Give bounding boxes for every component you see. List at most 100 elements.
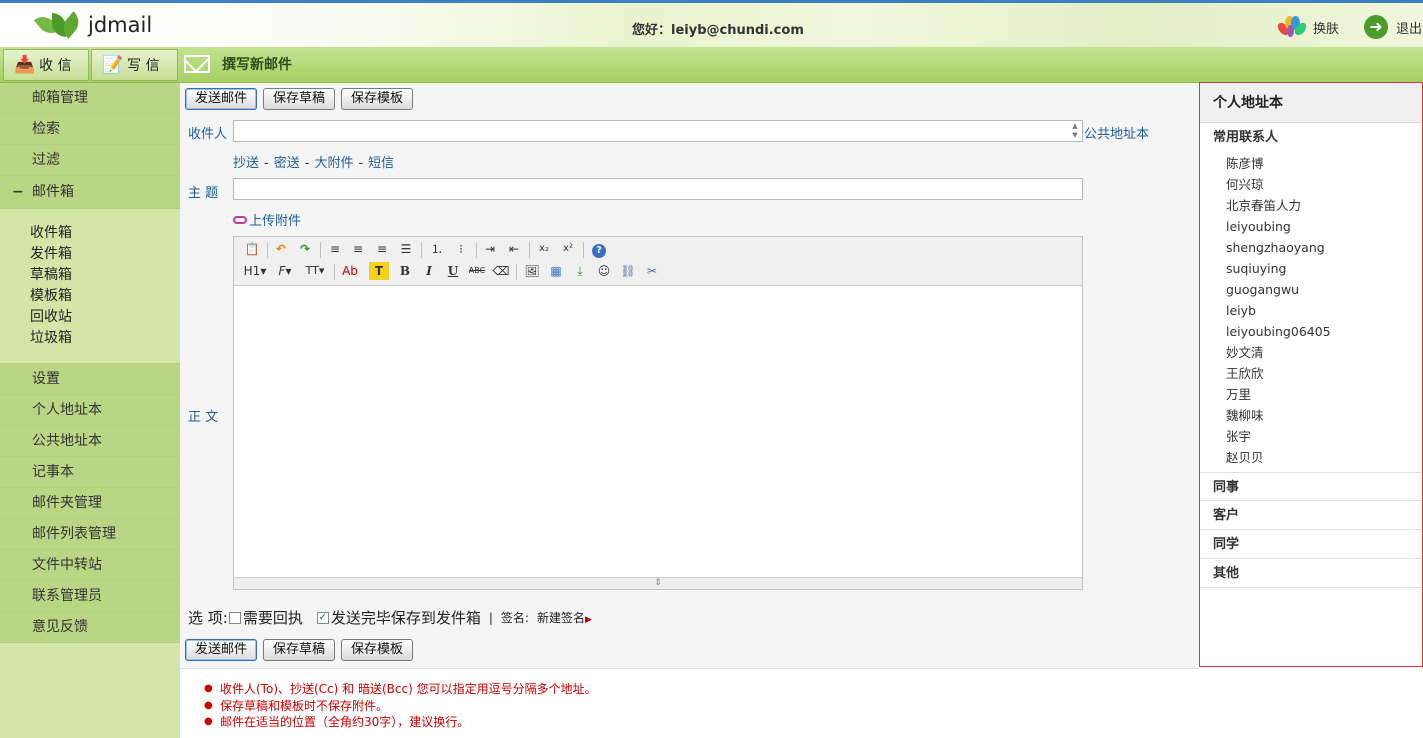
italic-button[interactable]: I [419, 262, 439, 280]
sidebar-item-file-transfer[interactable]: 文件中转站 [0, 550, 180, 581]
align-right-icon[interactable]: ≡ [372, 240, 392, 258]
group-classmates[interactable]: 同学 [1200, 530, 1422, 559]
group-clients[interactable]: 客户 [1200, 501, 1422, 530]
paste-icon[interactable]: 📋 [242, 240, 262, 258]
redo-icon[interactable]: ↷ [295, 240, 315, 258]
sidebar-item-contact-admin[interactable]: 联系管理员 [0, 581, 180, 612]
public-book-link[interactable]: 公共地址本 [1084, 123, 1149, 142]
toolbar-divider [516, 264, 517, 280]
app-logo[interactable]: jdmail [33, 10, 152, 40]
insert-table-icon[interactable]: ▦ [546, 262, 566, 280]
to-input[interactable] [233, 120, 1083, 142]
folder-inbox[interactable]: 收件箱 [30, 223, 180, 244]
contact-item[interactable]: 何兴琼 [1200, 174, 1422, 195]
write-mail-button[interactable]: 📝 写 信 [91, 49, 178, 81]
contact-item[interactable]: 北京春笛人力 [1200, 195, 1422, 216]
receive-mail-button[interactable]: 📥 收 信 [3, 49, 89, 81]
bcc-link[interactable]: 密送 [274, 156, 300, 171]
emoticon-icon[interactable]: ☺ [594, 262, 614, 280]
sidebar-item-public-book[interactable]: 公共地址本 [0, 426, 180, 457]
contact-item[interactable]: suqiuying [1200, 258, 1422, 279]
unlink-icon[interactable]: ✂ [642, 262, 662, 280]
frequent-contacts-header[interactable]: 常用联系人 [1200, 123, 1422, 153]
font-family-dropdown[interactable]: F▾ [274, 262, 296, 280]
undo-icon[interactable]: ↶ [271, 240, 291, 258]
logout-button[interactable]: ➜ 退出 [1364, 15, 1422, 39]
folder-recycle[interactable]: 回收站 [30, 307, 180, 328]
sidebar-item-feedback[interactable]: 意见反馈 [0, 612, 180, 643]
to-scroll-arrows-icon[interactable]: ▲ ▼ [1069, 122, 1081, 140]
folder-templates[interactable]: 模板箱 [30, 286, 180, 307]
paperclip-icon [233, 215, 247, 224]
contact-item[interactable]: 张宇 [1200, 426, 1422, 447]
group-others[interactable]: 其他 [1200, 559, 1422, 588]
insert-image-icon[interactable]: 🖼 [522, 262, 542, 280]
note-item: ● 邮件在适当的位置（全角约30字），建议换行。 [204, 715, 470, 729]
save-draft-button-bottom[interactable]: 保存草稿 [263, 639, 335, 661]
sidebar-item-list-manage[interactable]: 邮件列表管理 [0, 519, 180, 550]
editor-resize-handle[interactable]: ⇕ [234, 577, 1082, 589]
indent-icon[interactable]: ⇥ [480, 240, 500, 258]
sidebar-item-filter[interactable]: 过滤 [0, 145, 180, 176]
subscript-icon[interactable]: x₂ [534, 240, 554, 258]
new-signature-link[interactable]: 新建签名▶ [537, 609, 592, 626]
font-color-button[interactable]: Ab [340, 262, 360, 280]
contact-item[interactable]: 王欣欣 [1200, 363, 1422, 384]
sidebar-item-personal-book[interactable]: 个人地址本 [0, 395, 180, 426]
contact-item[interactable]: 赵贝贝 [1200, 447, 1422, 468]
editor-body[interactable] [234, 286, 1082, 577]
link-icon[interactable]: ⛓ [618, 262, 638, 280]
help-icon[interactable]: ? [589, 240, 609, 258]
contact-item[interactable]: 万里 [1200, 384, 1422, 405]
save-sent-label: 发送完毕保存到发件箱 [330, 609, 481, 627]
change-skin-button[interactable]: 换肤 [1275, 14, 1339, 40]
upload-attachment-link[interactable]: 上传附件 [233, 210, 301, 229]
folder-junk[interactable]: 垃圾箱 [30, 328, 180, 349]
contact-item[interactable]: shengzhaoyang [1200, 237, 1422, 258]
sidebar-item-notepad[interactable]: 记事本 [0, 457, 180, 488]
group-colleagues[interactable]: 同事 [1200, 472, 1422, 501]
align-center-icon[interactable]: ≡ [348, 240, 368, 258]
sidebar-item-folder-manage[interactable]: 邮件夹管理 [0, 488, 180, 519]
subject-input[interactable] [233, 178, 1083, 200]
big-attachment-link[interactable]: 大附件 [314, 156, 353, 171]
contact-item[interactable]: leiyoubing [1200, 216, 1422, 237]
bold-button[interactable]: B [395, 262, 415, 280]
superscript-icon[interactable]: x² [558, 240, 578, 258]
align-left-icon[interactable]: ≡ [325, 240, 345, 258]
cc-link[interactable]: 抄送 [233, 156, 259, 171]
eraser-icon[interactable]: ⌫ [491, 262, 511, 280]
save-template-button-top[interactable]: 保存模板 [341, 88, 413, 110]
underline-button[interactable]: U [443, 262, 463, 280]
send-button-bottom[interactable]: 发送邮件 [185, 639, 257, 661]
outdent-icon[interactable]: ⇤ [504, 240, 524, 258]
save-template-button-bottom[interactable]: 保存模板 [341, 639, 413, 661]
contact-item[interactable]: 陈彦博 [1200, 153, 1422, 174]
contact-item[interactable]: leiyb [1200, 300, 1422, 321]
contact-item[interactable]: leiyoubing06405 [1200, 321, 1422, 342]
ordered-list-icon[interactable]: ⒈ [427, 240, 447, 258]
save-draft-button-top[interactable]: 保存草稿 [263, 88, 335, 110]
sidebar-item-mailboxes[interactable]: − 邮件箱 [0, 176, 180, 209]
folder-drafts[interactable]: 草稿箱 [30, 265, 180, 286]
justify-icon[interactable]: ☰ [396, 240, 416, 258]
receipt-checkbox[interactable] [228, 611, 241, 624]
sidebar: 邮箱管理 检索 过滤 − 邮件箱 收件箱 发件箱 草稿箱 模板箱 回收站 垃圾箱 … [0, 83, 180, 738]
sidebar-item-settings[interactable]: 设置 [0, 364, 180, 395]
sidebar-item-search[interactable]: 检索 [0, 114, 180, 145]
heading-dropdown[interactable]: H1▾ [242, 262, 268, 280]
contact-item[interactable]: guogangwu [1200, 279, 1422, 300]
toolbar-divider [583, 242, 584, 258]
sms-link[interactable]: 短信 [368, 156, 394, 171]
sidebar-item-mailbox-manage[interactable]: 邮箱管理 [0, 83, 180, 114]
highlight-color-button[interactable]: T [369, 262, 389, 280]
strikethrough-button[interactable]: ABC [467, 262, 487, 280]
folder-sent[interactable]: 发件箱 [30, 244, 180, 265]
unordered-list-icon[interactable]: ⁝ [451, 240, 471, 258]
insert-line-icon[interactable]: ⤓ [570, 262, 590, 280]
send-button-top[interactable]: 发送邮件 [185, 88, 257, 110]
save-sent-checkbox[interactable]: ✓ [316, 611, 329, 624]
contact-item[interactable]: 妙文清 [1200, 342, 1422, 363]
font-size-dropdown[interactable]: TT▾ [302, 262, 328, 280]
contact-item[interactable]: 魏柳味 [1200, 405, 1422, 426]
